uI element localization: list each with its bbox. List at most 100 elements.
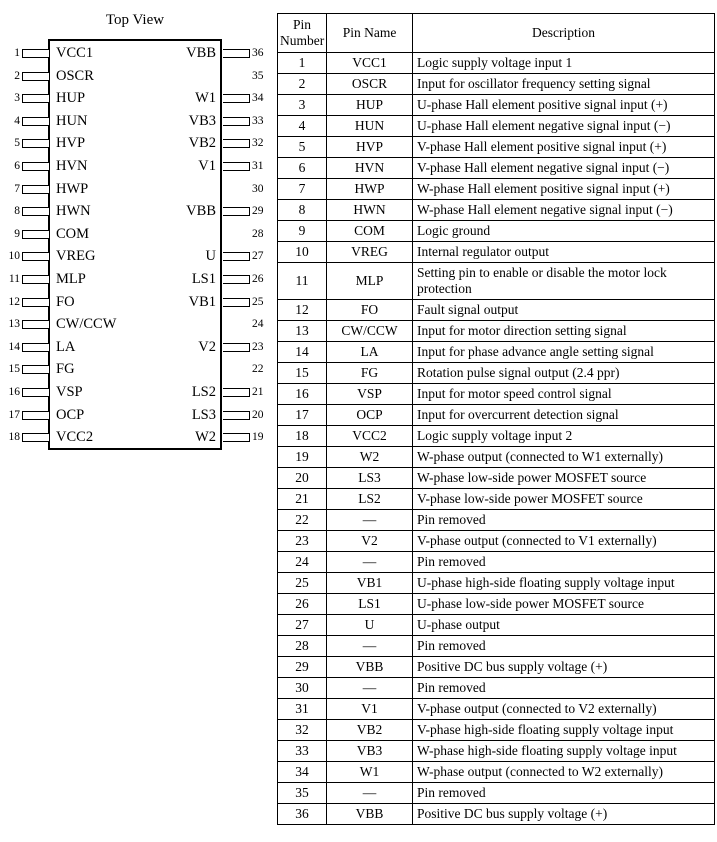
cell-pin-number: 27 — [277, 614, 327, 636]
cell-pin-number: 6 — [277, 157, 327, 179]
cell-description: Pin removed — [412, 782, 715, 804]
cell-pin-number: 23 — [277, 530, 327, 552]
pin-description-table: Pin Number Pin Name Description 1 VCC1 Log… — [277, 13, 715, 825]
cell-description: Logic supply voltage input 2 — [412, 425, 715, 447]
cell-pin-number: 26 — [277, 593, 327, 615]
cell-description: Pin removed — [412, 551, 715, 573]
pin-label-19: W2 — [195, 429, 216, 446]
table-row: 35— Pin removed — [277, 782, 715, 804]
header-pin-number-line1: Pin — [292, 17, 311, 32]
cell-pin-name: LS2 — [326, 488, 413, 510]
cell-description: Input for overcurrent detection signal — [412, 404, 715, 426]
table-row: 11 MLP Setting pin to enable or disable th… — [277, 262, 715, 300]
pin-number-25: 25 — [252, 295, 264, 308]
pin-number-30: 30 — [252, 182, 264, 195]
pin-number-33: 33 — [252, 114, 264, 127]
cell-pin-name: COM — [326, 220, 413, 242]
pin-number-35: 35 — [252, 69, 264, 82]
cell-pin-number: 22 — [277, 509, 327, 531]
pin-label-23: V2 — [198, 338, 216, 355]
pin-label-32: VB2 — [188, 135, 216, 152]
pin-row-30: 30 — [0, 179, 272, 201]
cell-pin-name: W2 — [326, 446, 413, 468]
cell-description: Fault signal output — [412, 299, 715, 321]
cell-description: Pin removed — [412, 509, 715, 531]
table-row: 12 FO Fault signal output — [277, 299, 715, 321]
pin-lead-23 — [223, 342, 250, 352]
cell-pin-name: VREG — [326, 241, 413, 263]
cell-pin-name: LA — [326, 341, 413, 363]
pin-row-29: 29 VBB — [0, 201, 272, 223]
table-row: 1 VCC1 Logic supply voltage input 1 — [277, 52, 715, 74]
table-row: 24— Pin removed — [277, 551, 715, 573]
cell-description: U-phase Hall element negative signal inp… — [412, 115, 715, 137]
pin-row-27: 27 U — [0, 246, 272, 268]
table-row: 26 LS1 U-phase low-side power MOSFET sourc… — [277, 593, 715, 615]
pin-row-28: 28 — [0, 224, 272, 246]
table-row: 27 U U-phase output — [277, 614, 715, 636]
cell-pin-name: MLP — [326, 262, 413, 300]
table-row: 6 HVN V-phase Hall element negative signal… — [277, 157, 715, 179]
pin-number-20: 20 — [252, 408, 264, 421]
pin-lead-33 — [223, 116, 250, 126]
cell-pin-name: VBB — [326, 656, 413, 678]
cell-pin-number: 24 — [277, 551, 327, 573]
cell-pin-name: HVP — [326, 136, 413, 158]
cell-description: Rotation pulse signal output (2.4 ppr) — [412, 362, 715, 384]
pin-row-23: 23 V2 — [0, 337, 272, 359]
cell-pin-number: 10 — [277, 241, 327, 263]
cell-description: V-phase Hall element negative signal inp… — [412, 157, 715, 179]
pin-configuration-page: Top View 1 VCC1 2 OSCR 3 HUP 4 HUN 5 HVP 6 HVN 7 HWP 8… — [0, 0, 717, 842]
cell-pin-name: VSP — [326, 383, 413, 405]
cell-pin-number: 30 — [277, 677, 327, 699]
cell-pin-number: 28 — [277, 635, 327, 657]
table-row: 34 W1 W-phase output (connected to W2 exte… — [277, 761, 715, 783]
pin-lead-19 — [223, 433, 250, 443]
pin-lead-32 — [223, 139, 250, 149]
cell-pin-name: V1 — [326, 698, 413, 720]
cell-description: U-phase Hall element positive signal inp… — [412, 94, 715, 116]
pin-row-21: 21 LS2 — [0, 382, 272, 404]
cell-description: Logic ground — [412, 220, 715, 242]
cell-description: V-phase low-side power MOSFET source — [412, 488, 715, 510]
cell-pin-number: 32 — [277, 719, 327, 741]
cell-description: Input for motor speed control signal — [412, 383, 715, 405]
cell-pin-name: FO — [326, 299, 413, 321]
cell-pin-name: LS1 — [326, 593, 413, 615]
cell-pin-number: 3 — [277, 94, 327, 116]
pin-lead-27 — [223, 252, 250, 262]
pin-label-27: U — [205, 248, 216, 265]
cell-pin-name: FG — [326, 362, 413, 384]
cell-description: U-phase output — [412, 614, 715, 636]
pin-row-25: 25 VB1 — [0, 292, 272, 314]
cell-pin-number: 29 — [277, 656, 327, 678]
pin-row-32: 32 VB2 — [0, 133, 272, 155]
cell-description: W-phase Hall element positive signal inp… — [412, 178, 715, 200]
cell-pin-name: VCC1 — [326, 52, 413, 74]
cell-pin-name: — — [326, 782, 413, 804]
pin-number-23: 23 — [252, 340, 264, 353]
cell-pin-number: 17 — [277, 404, 327, 426]
table-header: Pin Number Pin Name Description — [277, 13, 715, 53]
cell-description: V-phase high-side floating supply voltag… — [412, 719, 715, 741]
table-row: 5 HVP V-phase Hall element positive signal… — [277, 136, 715, 158]
cell-description: Logic supply voltage input 1 — [412, 52, 715, 74]
cell-pin-number: 5 — [277, 136, 327, 158]
pin-number-22: 22 — [252, 363, 264, 376]
pin-lead-21 — [223, 388, 250, 397]
table-row: 23 V2 V-phase output (connected to V1 exte… — [277, 530, 715, 552]
cell-description: W-phase Hall element negative signal inp… — [412, 199, 715, 221]
table-row: 25 VB1 U-phase high-side floating supply v… — [277, 572, 715, 594]
pin-lead-31 — [223, 162, 250, 171]
pin-number-27: 27 — [252, 250, 264, 263]
table-row: 30— Pin removed — [277, 677, 715, 699]
pin-row-33: 33 VB3 — [0, 111, 272, 133]
table-row: 14 LA Input for phase advance angle settin… — [277, 341, 715, 363]
table-row: 9 COM Logic ground — [277, 220, 715, 242]
cell-pin-number: 16 — [277, 383, 327, 405]
cell-description: V-phase Hall element positive signal inp… — [412, 136, 715, 158]
pin-lead-20 — [223, 410, 250, 420]
pin-label-31: V1 — [198, 158, 216, 174]
cell-pin-number: 2 — [277, 73, 327, 95]
cell-pin-name: OCP — [326, 404, 413, 426]
